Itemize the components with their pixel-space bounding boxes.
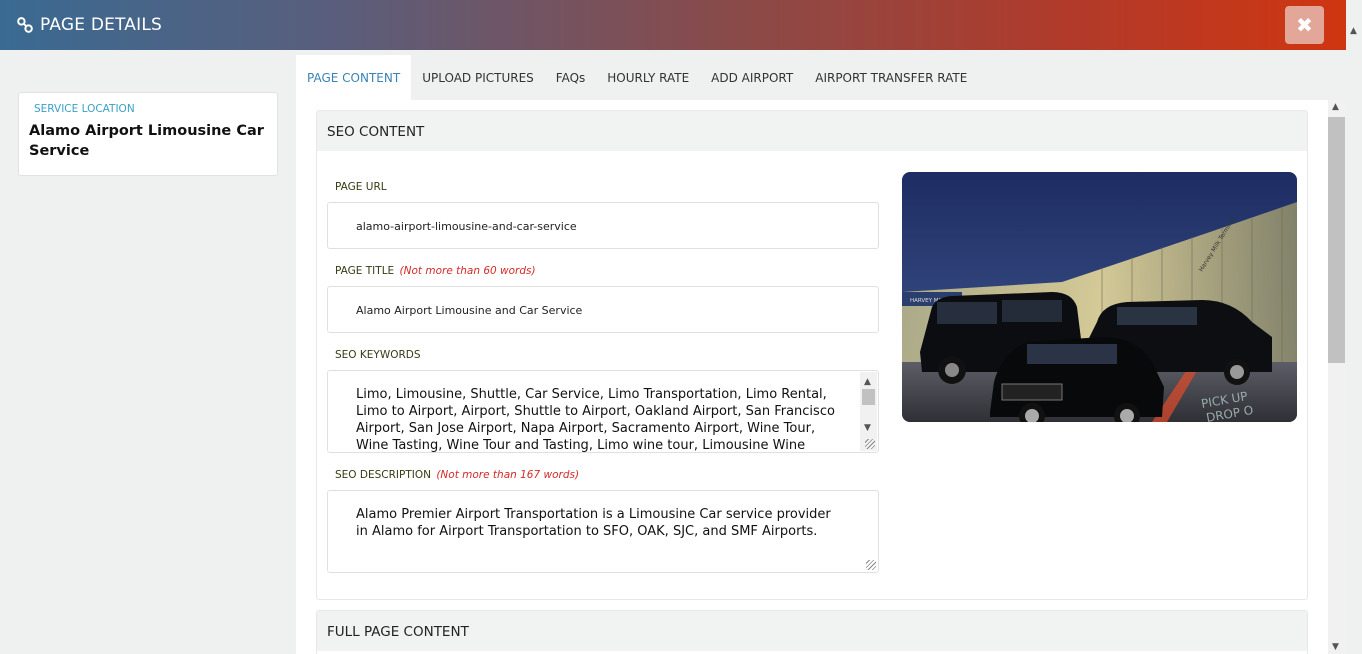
page-title: PAGE DETAILS bbox=[40, 15, 163, 35]
seo-keywords-text: Limo, Limousine, Shuttle, Car Service, L… bbox=[356, 387, 835, 453]
link-icon bbox=[17, 17, 33, 33]
tab-faqs[interactable]: FAQs bbox=[545, 55, 597, 100]
seo-description-text: Alamo Premier Airport Transportation is … bbox=[356, 507, 831, 539]
close-icon: ✖ bbox=[1296, 13, 1313, 37]
keywords-scroll-thumb[interactable] bbox=[862, 389, 875, 405]
top-scroll-strip: ▲ bbox=[1346, 0, 1362, 50]
page-title-input[interactable]: Alamo Airport Limousine and Car Service bbox=[327, 286, 879, 333]
scroll-up-icon[interactable]: ▲ bbox=[1350, 26, 1357, 36]
seo-description-label: SEO DESCRIPTION bbox=[335, 469, 431, 481]
page-title-note: (Not more than 60 words) bbox=[399, 265, 536, 277]
header-bar: PAGE DETAILS ✖ bbox=[0, 0, 1346, 50]
seo-content-heading: SEO CONTENT bbox=[317, 111, 1307, 151]
tab-upload-pictures[interactable]: UPLOAD PICTURES bbox=[411, 55, 545, 100]
full-page-content-section: FULL PAGE CONTENT bbox=[316, 610, 1308, 654]
seo-keywords-label: SEO KEYWORDS bbox=[335, 349, 421, 361]
seo-description-textarea[interactable]: Alamo Premier Airport Transportation is … bbox=[327, 490, 879, 573]
tab-hourly-rate[interactable]: HOURLY RATE bbox=[596, 55, 700, 100]
seo-description-label-row: SEO DESCRIPTION (Not more than 167 words… bbox=[335, 469, 579, 481]
page-scrollbar[interactable]: ▲ ▼ bbox=[1328, 100, 1345, 654]
resize-grip-icon[interactable] bbox=[865, 439, 875, 449]
page-title-label-row: PAGE TITLE (Not more than 60 words) bbox=[335, 265, 536, 277]
tab-airport-transfer-rate[interactable]: AIRPORT TRANSFER RATE bbox=[804, 55, 978, 100]
seo-description-note: (Not more than 167 words) bbox=[436, 469, 580, 481]
tab-page-content[interactable]: PAGE CONTENT bbox=[296, 55, 412, 100]
resize-grip-icon[interactable] bbox=[866, 560, 876, 570]
close-button[interactable]: ✖ bbox=[1285, 6, 1324, 44]
keywords-scrollbar[interactable]: ▲ ▼ bbox=[860, 372, 877, 451]
tab-add-airport[interactable]: ADD AIRPORT bbox=[700, 55, 804, 100]
page-url-input[interactable]: alamo-airport-limousine-and-car-service bbox=[327, 202, 879, 249]
main-panel: PAGE CONTENT UPLOAD PICTURES FAQs HOURLY… bbox=[296, 55, 1346, 654]
service-location-label: SERVICE LOCATION bbox=[34, 103, 135, 115]
page-scroll-thumb[interactable] bbox=[1328, 117, 1345, 363]
seo-keywords-textarea[interactable]: Limo, Limousine, Shuttle, Car Service, L… bbox=[327, 370, 879, 453]
service-location-name: Alamo Airport Limousine Car Service bbox=[29, 123, 264, 159]
tab-bar: PAGE CONTENT UPLOAD PICTURES FAQs HOURLY… bbox=[296, 55, 1346, 100]
page-title-label: PAGE TITLE bbox=[335, 265, 395, 277]
seo-content-section: SEO CONTENT PAGE URL alamo-airport-limou… bbox=[316, 110, 1308, 600]
scroll-up-icon[interactable]: ▲ bbox=[1332, 102, 1339, 112]
service-location-card: SERVICE LOCATION Alamo Airport Limousine… bbox=[18, 92, 278, 176]
limousine-airport-image: Harvey Milk Terminal HARVEY MILK TERM PI… bbox=[902, 172, 1297, 422]
page-url-label: PAGE URL bbox=[335, 181, 387, 193]
location-photo: Harvey Milk Terminal HARVEY MILK TERM PI… bbox=[902, 172, 1297, 422]
scroll-down-icon[interactable]: ▼ bbox=[864, 420, 871, 437]
scroll-down-icon[interactable]: ▼ bbox=[1332, 642, 1339, 652]
full-page-content-heading: FULL PAGE CONTENT bbox=[317, 611, 1307, 651]
